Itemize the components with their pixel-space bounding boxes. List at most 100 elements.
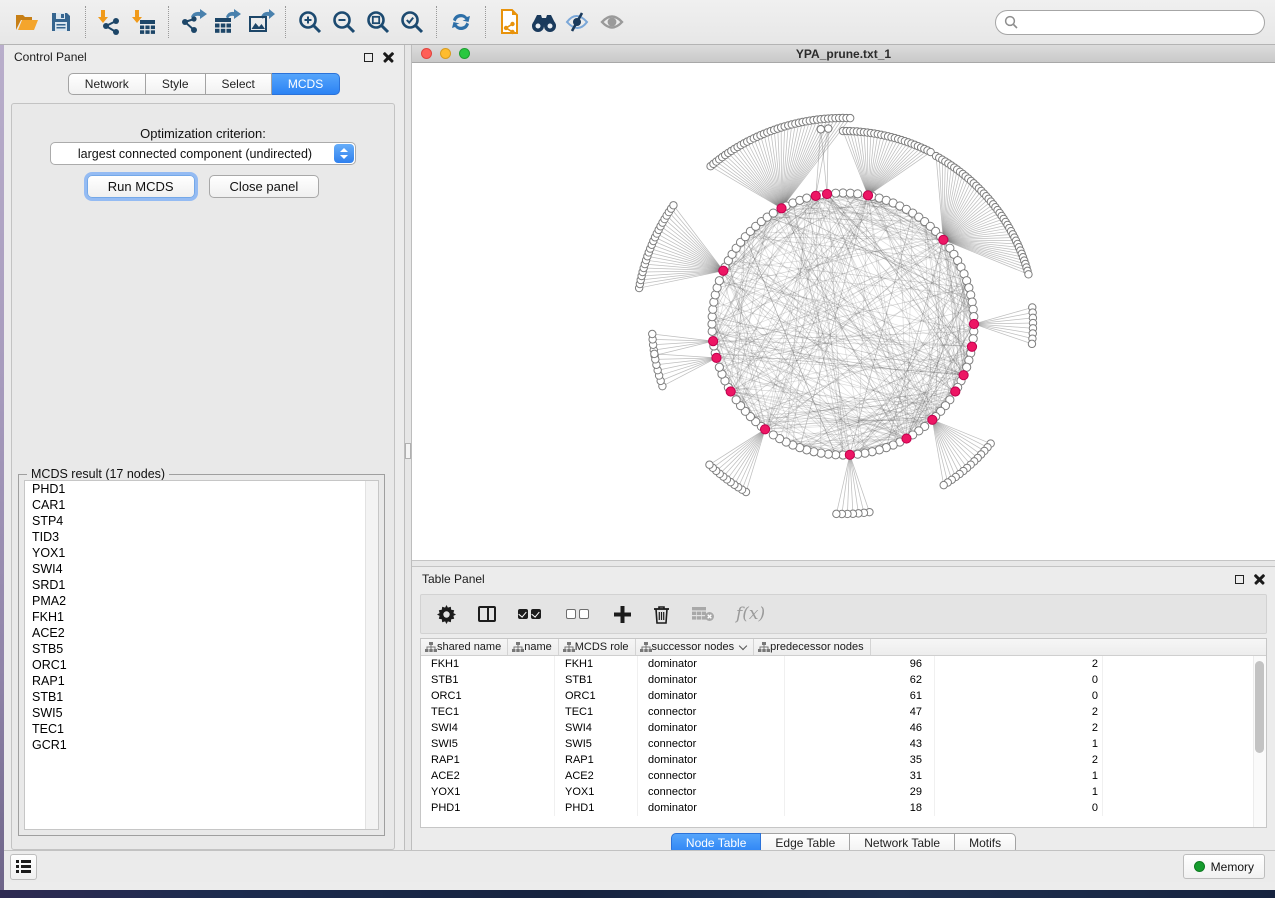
table-toolbar: f(x)	[420, 594, 1267, 634]
add-column-icon[interactable]	[614, 606, 631, 623]
network-window-title: YPA_prune.txt_1	[412, 47, 1275, 61]
unselect-all-columns-icon[interactable]	[566, 609, 592, 619]
close-table-panel-icon[interactable]	[1254, 574, 1265, 585]
zoom-in-icon[interactable]	[293, 5, 327, 39]
mcds-result-item[interactable]: SWI5	[25, 705, 378, 721]
column-header[interactable]: MCDS role	[559, 639, 636, 655]
optimization-criterion-select[interactable]: largest connected component (undirected)	[50, 142, 356, 165]
network-graph[interactable]	[412, 63, 1275, 560]
control-panel-tab[interactable]: Select	[206, 73, 272, 95]
column-header[interactable]: name	[508, 639, 559, 655]
zoom-selected-icon[interactable]	[395, 5, 429, 39]
mcds-result-item[interactable]: RAP1	[25, 673, 378, 689]
control-panel-tab[interactable]: Style	[146, 73, 206, 95]
save-icon[interactable]	[44, 5, 78, 39]
mcds-result-item[interactable]: TID3	[25, 529, 378, 545]
table-row[interactable]: TEC1 TEC1 connector 47 2	[421, 704, 1266, 720]
column-type-icon	[758, 642, 770, 653]
import-network-icon[interactable]	[93, 5, 127, 39]
close-panel-icon[interactable]	[383, 52, 394, 63]
mcds-result-item[interactable]: FKH1	[25, 609, 378, 625]
zoom-out-icon[interactable]	[327, 5, 361, 39]
optimization-criterion-label: Optimization criterion:	[12, 126, 394, 141]
column-type-icon	[512, 642, 524, 653]
open-file-icon[interactable]	[10, 5, 44, 39]
table-row[interactable]: STB1 STB1 dominator 62 0	[421, 672, 1266, 688]
horizontal-splitter[interactable]	[412, 560, 1275, 567]
mcds-result-item[interactable]: PHD1	[25, 481, 378, 497]
mcds-result-item[interactable]: STB1	[25, 689, 378, 705]
table-scrollbar-thumb[interactable]	[1255, 661, 1264, 753]
refresh-icon[interactable]	[444, 5, 478, 39]
search-network-icon[interactable]	[527, 5, 561, 39]
column-header[interactable]: shared name	[421, 639, 508, 655]
column-type-icon	[425, 642, 437, 653]
table-row[interactable]: SWI5 SWI5 connector 43 1	[421, 736, 1266, 752]
control-panel-title: Control Panel	[14, 50, 87, 64]
mcds-result-item[interactable]: CAR1	[25, 497, 378, 513]
mcds-result-item[interactable]: TEC1	[25, 721, 378, 737]
table-row[interactable]: ORC1 ORC1 dominator 61 0	[421, 688, 1266, 704]
splitter-grip[interactable]	[405, 443, 411, 459]
hide-selected-icon[interactable]	[561, 5, 595, 39]
select-all-columns-icon[interactable]	[518, 609, 544, 619]
mcds-result-item[interactable]: GCR1	[25, 737, 378, 753]
column-header[interactable]: predecessor nodes	[754, 639, 871, 655]
import-table-icon[interactable]	[127, 5, 161, 39]
table-settings-gear-icon[interactable]	[437, 605, 456, 624]
mcds-result-item[interactable]: PMA2	[25, 593, 378, 609]
mcds-result-item[interactable]: ORC1	[25, 657, 378, 673]
mcds-result-item[interactable]: YOX1	[25, 545, 378, 561]
float-table-panel-icon[interactable]	[1235, 575, 1244, 584]
zoom-fit-icon[interactable]	[361, 5, 395, 39]
delete-column-trash-icon[interactable]	[653, 605, 670, 624]
mcds-result-item[interactable]: SRD1	[25, 577, 378, 593]
delete-table-icon[interactable]	[692, 606, 714, 622]
mcds-tab-content: Optimization criterion: largest connecte…	[11, 103, 395, 850]
table-panel-title: Table Panel	[422, 572, 485, 586]
mcds-result-item[interactable]: ACE2	[25, 625, 378, 641]
float-panel-icon[interactable]	[364, 53, 373, 62]
node-table-body: FKH1 FKH1 dominator 96 2 STB1 STB1 domin…	[421, 656, 1266, 816]
mcds-result-list[interactable]: PHD1CAR1STP4TID3YOX1SWI4SRD1PMA2FKH1ACE2…	[24, 480, 379, 830]
export-image-icon[interactable]	[244, 5, 278, 39]
table-row[interactable]: ACE2 ACE2 connector 31 1	[421, 768, 1266, 784]
control-panel-tab[interactable]: MCDS	[272, 73, 340, 95]
column-type-icon	[563, 642, 575, 653]
control-panel-tabs: NetworkStyleSelectMCDS	[4, 73, 404, 95]
node-table-header: shared name name MCDS role su	[421, 639, 1266, 656]
column-header[interactable]: successor nodes	[636, 639, 755, 655]
search-input[interactable]	[1018, 15, 1256, 29]
select-spinner-icon	[334, 144, 354, 163]
sort-caret-icon	[739, 641, 747, 649]
network-from-selection-icon[interactable]	[493, 5, 527, 39]
table-row[interactable]: YOX1 YOX1 connector 29 1	[421, 784, 1266, 800]
vertical-splitter[interactable]	[404, 45, 412, 858]
toolbar-separator	[168, 6, 169, 38]
memory-button[interactable]: Memory	[1183, 854, 1265, 879]
network-view[interactable]	[412, 63, 1275, 560]
table-row[interactable]: SWI4 SWI4 dominator 46 2	[421, 720, 1266, 736]
export-network-icon[interactable]	[176, 5, 210, 39]
close-panel-button[interactable]: Close panel	[209, 175, 320, 198]
toolbar-separator	[485, 6, 486, 38]
mcds-result-item[interactable]: STB5	[25, 641, 378, 657]
run-mcds-button[interactable]: Run MCDS	[87, 175, 195, 198]
list-scrollbar[interactable]	[365, 481, 378, 829]
show-all-icon[interactable]	[595, 5, 629, 39]
column-type-icon	[640, 642, 652, 653]
table-row[interactable]: PHD1 PHD1 dominator 18 0	[421, 800, 1266, 816]
control-panel-tab[interactable]: Network	[68, 73, 146, 95]
table-row[interactable]: FKH1 FKH1 dominator 96 2	[421, 656, 1266, 672]
list-icon	[16, 860, 31, 873]
memory-status-icon	[1194, 861, 1205, 872]
control-panel: Control Panel NetworkStyleSelectMCDS Opt…	[4, 45, 404, 858]
network-search-field[interactable]	[995, 10, 1265, 35]
toggle-panel-columns-icon[interactable]	[478, 606, 496, 622]
mcds-result-item[interactable]: SWI4	[25, 561, 378, 577]
mcds-result-item[interactable]: STP4	[25, 513, 378, 529]
export-table-icon[interactable]	[210, 5, 244, 39]
task-history-button[interactable]	[10, 854, 37, 880]
table-row[interactable]: RAP1 RAP1 dominator 35 2	[421, 752, 1266, 768]
node-table: shared name name MCDS role su	[420, 638, 1267, 828]
